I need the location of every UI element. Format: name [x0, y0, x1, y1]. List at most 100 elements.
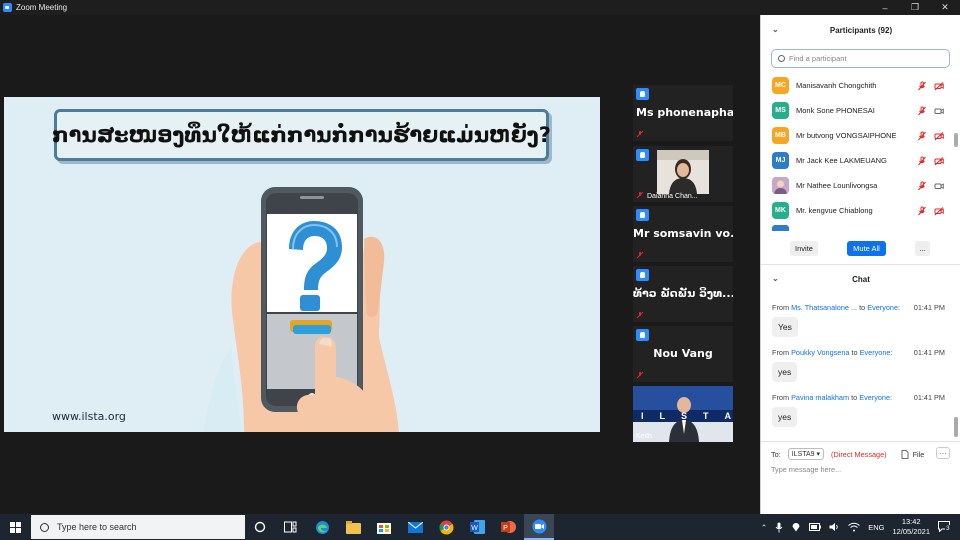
windows-logo-icon: [9, 521, 21, 533]
store-icon[interactable]: [375, 518, 393, 536]
microphone-icon[interactable]: [775, 522, 783, 533]
chat-more-button[interactable]: ···: [936, 447, 950, 459]
side-panel: ⌄ Participants (92) Find a participant M…: [760, 15, 960, 514]
chat-sender[interactable]: Pavina malakham: [791, 393, 849, 402]
file-button[interactable]: File: [901, 449, 924, 459]
zoom-icon: [532, 519, 547, 534]
system-tray: ⌃ ENG 13:42 12/05/2021 3: [761, 514, 960, 540]
video-tile[interactable]: ທ້າວ ພັດພັນ ວິງທ...: [633, 266, 733, 322]
chevron-down-icon[interactable]: ⌄: [772, 274, 779, 283]
avatar-photo: [772, 177, 789, 194]
clock[interactable]: 13:42 12/05/2021: [892, 517, 930, 537]
notification-center-icon[interactable]: 3: [938, 521, 952, 533]
mic-muted-icon[interactable]: [917, 181, 927, 191]
input-language[interactable]: ENG: [868, 523, 884, 532]
participant-row[interactable]: MS Monk Sone PHONESAI: [761, 98, 951, 123]
search-icon: [778, 55, 785, 62]
mic-muted-icon[interactable]: [917, 131, 927, 141]
word-icon[interactable]: W: [468, 518, 486, 536]
chrome-icon[interactable]: [437, 518, 455, 536]
start-button[interactable]: [0, 514, 30, 540]
volume-icon[interactable]: [829, 522, 840, 532]
slide-url: www.ilsta.org: [52, 410, 126, 423]
chat-recipient[interactable]: Everyone:: [867, 303, 900, 312]
chevron-up-icon[interactable]: ⌃: [761, 523, 767, 532]
powerpoint-icon[interactable]: P: [499, 518, 517, 536]
mail-icon[interactable]: [406, 518, 424, 536]
participant-row[interactable]: Mr Nathee Lounlivongsa: [761, 173, 951, 198]
battery-icon[interactable]: [809, 523, 822, 531]
mic-muted-icon[interactable]: [917, 206, 927, 216]
camera-off-icon[interactable]: [934, 131, 944, 141]
file-explorer-icon[interactable]: [344, 518, 362, 536]
participants-scrollbar[interactable]: [954, 133, 958, 147]
camera-off-icon[interactable]: [934, 81, 944, 91]
participant-video-icon: [657, 150, 709, 194]
video-tile[interactable]: Ms phonenapha...: [633, 85, 733, 141]
invite-button[interactable]: Invite: [790, 241, 818, 256]
direct-message-label: (Direct Message): [831, 449, 887, 459]
chat-sender[interactable]: Ms. Thatsanalone ...: [791, 303, 857, 312]
chat-recipient[interactable]: Everyone:: [859, 393, 892, 402]
camera-icon[interactable]: [934, 181, 944, 191]
mic-muted-icon: [636, 251, 644, 259]
location-icon[interactable]: [791, 522, 801, 532]
camera-off-icon[interactable]: [934, 206, 944, 216]
taskbar-search-input[interactable]: Type here to search: [31, 515, 245, 539]
chat-message-input[interactable]: Type message here...: [771, 465, 841, 474]
tile-name: ທ້າວ ພັດພັນ ວິງທ...: [633, 287, 733, 300]
participant-row[interactable]: MB Mr butvong VONGSAIPHONE: [761, 123, 951, 148]
minimize-button[interactable]: –: [870, 0, 900, 15]
zoom-taskbar-button[interactable]: [524, 514, 554, 540]
chat-divider: [761, 441, 960, 442]
chat-meta: From Poukky Vongsena to Everyone: 01:41 …: [772, 348, 945, 357]
chat-message: From Poukky Vongsena to Everyone: 01:41 …: [772, 348, 952, 382]
chat-time: 01:41 PM: [913, 348, 945, 357]
tile-name: Ms phonenapha...: [636, 106, 733, 119]
chat-scrollbar[interactable]: [954, 417, 958, 437]
clock-time: 13:42: [901, 517, 921, 526]
video-tile[interactable]: Daianna Chan...: [633, 146, 733, 202]
video-tile[interactable]: Nou Vang: [633, 326, 733, 382]
windows-taskbar: Type here to search W P ⌃ ENG 13:42 12/0…: [0, 514, 960, 540]
mic-muted-icon[interactable]: [917, 156, 927, 166]
camera-icon[interactable]: [934, 106, 944, 116]
avatar-partial: [772, 225, 789, 231]
camera-off-icon[interactable]: [934, 156, 944, 166]
avatar: MJ: [772, 152, 789, 169]
participant-search-input[interactable]: Find a participant: [771, 49, 950, 68]
avatar: MC: [772, 77, 789, 94]
close-button[interactable]: ✕: [930, 0, 960, 15]
raised-hand-icon: [636, 329, 649, 341]
mic-muted-icon[interactable]: [917, 81, 927, 91]
participant-row[interactable]: MC Manisavanh Chongchith: [761, 73, 951, 98]
participants-header[interactable]: ⌄ Participants (92): [761, 17, 960, 43]
chat-recipient[interactable]: Everyone:: [860, 348, 893, 357]
tile-name: Keith: [636, 433, 652, 440]
search-icon: [40, 522, 49, 532]
more-options-button[interactable]: ...: [915, 241, 930, 256]
cortana-icon[interactable]: [251, 518, 269, 536]
restore-button[interactable]: ❐: [900, 0, 930, 15]
recipient-select[interactable]: ILSTA9 ▾: [787, 448, 825, 460]
chevron-down-icon[interactable]: ⌄: [772, 25, 779, 34]
tile-name: Nou Vang: [653, 347, 713, 360]
video-tile[interactable]: I L S T A Keith: [633, 386, 733, 442]
task-view-icon[interactable]: [281, 518, 299, 536]
chat-meta: From Ms. Thatsanalone ... to Everyone: 0…: [772, 303, 945, 312]
participant-row[interactable]: MJ Mr Jack Kee LAKMEUANG: [761, 148, 951, 173]
mic-muted-icon: [636, 191, 644, 199]
chat-header[interactable]: ⌄ Chat: [761, 266, 960, 292]
raised-hand-icon: [636, 209, 649, 221]
edge-icon[interactable]: [313, 518, 331, 536]
mute-all-button[interactable]: Mute All: [847, 241, 886, 256]
file-icon: [901, 449, 908, 459]
mic-muted-icon[interactable]: [917, 106, 927, 116]
chat-bubble: Yes: [772, 317, 798, 337]
video-tile[interactable]: Mr somsavin vo...: [633, 206, 733, 262]
participant-row[interactable]: MK Mr. kengvue Chiablong: [761, 198, 951, 223]
chat-sender[interactable]: Poukky Vongsena: [791, 348, 849, 357]
wifi-icon[interactable]: [848, 522, 861, 532]
panel-divider: [761, 264, 960, 265]
chat-message: From Pavina malakham to Everyone: 01:41 …: [772, 393, 952, 427]
